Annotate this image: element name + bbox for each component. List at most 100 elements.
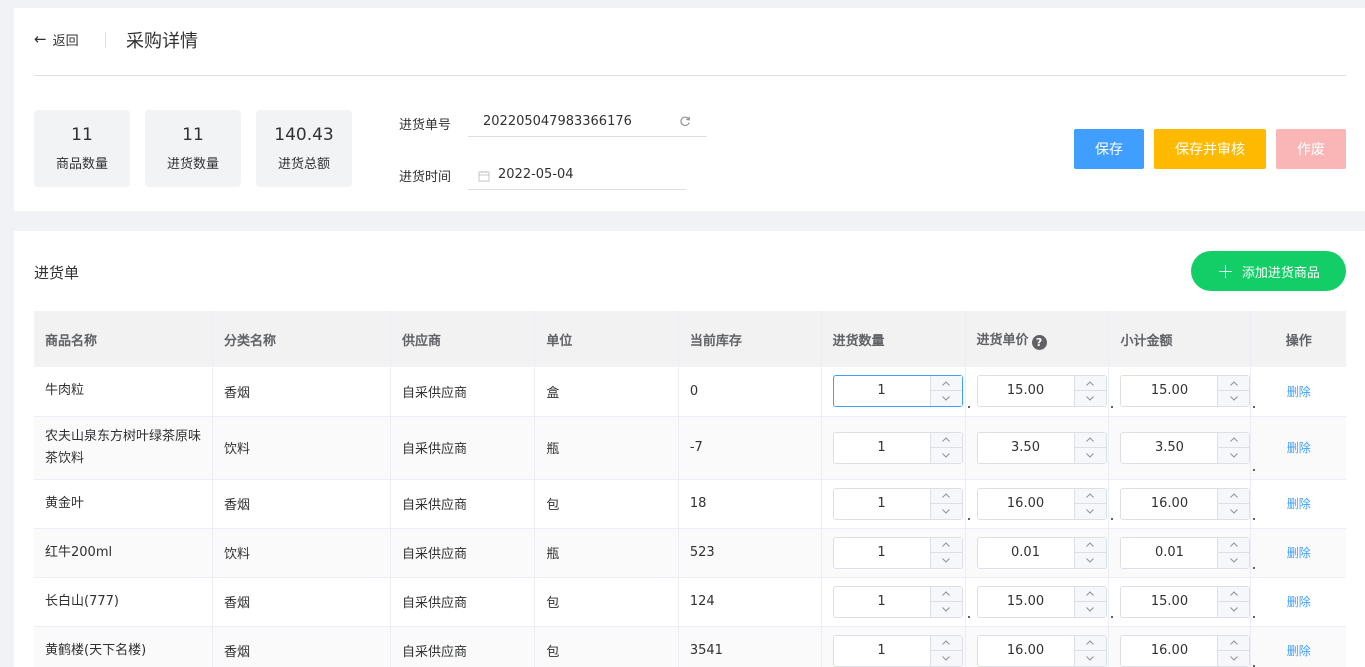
qty-stepper-value[interactable]: 1 (834, 587, 930, 617)
cell-subtotal: 16.00 (1108, 479, 1255, 529)
chevron-up-icon[interactable] (1218, 376, 1250, 392)
chevron-up-icon[interactable] (930, 489, 962, 504)
delete-link[interactable]: 删除 (1287, 497, 1311, 511)
delete-link[interactable]: 删除 (1287, 644, 1311, 658)
chevron-up-icon[interactable] (1218, 636, 1250, 651)
qty-stepper[interactable]: 1 (832, 634, 963, 667)
chevron-up-icon[interactable] (1074, 636, 1106, 651)
delete-link[interactable]: 删除 (1287, 385, 1311, 399)
chevron-down-icon[interactable] (1218, 504, 1249, 519)
chevron-down-icon[interactable] (1218, 391, 1249, 406)
chevron-down-icon[interactable] (1218, 553, 1249, 568)
chevron-down-icon[interactable] (1218, 602, 1249, 617)
chevron-up-icon[interactable] (930, 538, 962, 553)
chevron-up-icon[interactable] (930, 376, 962, 392)
chevron-up-icon[interactable] (930, 433, 962, 448)
purchase-list-panel: 进货单 + 添加进货商品 商品名称 分类名称 供应商 单位 当前库存 进货数量 … (14, 231, 1365, 667)
cell-product-name: 黄金叶 (34, 479, 213, 529)
save-audit-button[interactable]: 保存并审核 (1154, 129, 1266, 169)
qty-stepper-value[interactable]: 1 (834, 433, 930, 463)
qty-stepper[interactable]: 1 (832, 536, 963, 569)
subtotal-stepper-value[interactable]: 3.50 (1121, 433, 1217, 463)
table-row: 农夫山泉东方树叶绿茶原味茶饮料 饮料 自采供应商 瓶 -7 1 3.50 3.5… (34, 416, 1346, 480)
purchase-table: 商品名称 分类名称 供应商 单位 当前库存 进货数量 进货单价? 小计金额 操作… (34, 311, 1346, 667)
chevron-up-icon[interactable] (1074, 587, 1106, 602)
price-stepper-value[interactable]: 3.50 (978, 433, 1074, 463)
chevron-up-icon[interactable] (1218, 433, 1250, 448)
subtotal-stepper[interactable]: 3.50 (1120, 431, 1251, 464)
price-stepper[interactable]: 16.00 (976, 487, 1107, 520)
chevron-up-icon[interactable] (930, 587, 962, 602)
question-icon[interactable]: ? (1031, 334, 1047, 350)
delete-link[interactable]: 删除 (1287, 546, 1311, 560)
chevron-down-icon[interactable] (1075, 391, 1106, 406)
subtotal-stepper-value[interactable]: 0.01 (1121, 538, 1217, 568)
delete-link[interactable]: 删除 (1287, 595, 1311, 609)
chevron-up-icon[interactable] (1074, 376, 1106, 392)
chevron-down-icon[interactable] (1075, 553, 1106, 568)
purchase-detail-panel: ← 返回 采购详情 11 商品数量 11 进货数量 140.43 进货总额 进货… (14, 8, 1365, 211)
qty-stepper-controls (929, 586, 962, 617)
void-button[interactable]: 作废 (1276, 129, 1346, 169)
chevron-down-icon[interactable] (1218, 448, 1249, 463)
price-stepper-value[interactable]: 0.01 (978, 538, 1074, 568)
subtotal-stepper[interactable]: 15.00 (1120, 585, 1251, 618)
chevron-down-icon[interactable] (1075, 651, 1106, 666)
qty-stepper-value[interactable]: 1 (834, 376, 930, 406)
chevron-down-icon[interactable] (931, 448, 962, 463)
price-stepper[interactable]: 15.00 (976, 375, 1107, 408)
qty-stepper[interactable]: 1 (832, 487, 963, 520)
subtotal-stepper[interactable]: 16.00 (1120, 487, 1251, 520)
price-stepper-value[interactable]: 16.00 (978, 489, 1074, 519)
chevron-down-icon[interactable] (1075, 448, 1106, 463)
chevron-up-icon[interactable] (1074, 433, 1106, 448)
cell-product-name: 红牛200ml (34, 528, 213, 578)
stat-value: 11 (71, 125, 93, 145)
col-header-subtotal: 小计金额 (1108, 311, 1252, 367)
save-button[interactable]: 保存 (1074, 129, 1144, 169)
cell-qty: 1 (821, 367, 969, 417)
price-stepper[interactable]: 15.00 (976, 585, 1107, 618)
chevron-up-icon[interactable] (930, 636, 962, 651)
subtotal-stepper[interactable]: 16.00 (1120, 634, 1251, 667)
qty-stepper-value[interactable]: 1 (834, 636, 930, 666)
price-stepper[interactable]: 3.50 (976, 431, 1107, 464)
add-product-button[interactable]: + 添加进货商品 (1191, 251, 1346, 291)
chevron-down-icon[interactable] (931, 553, 962, 568)
chevron-down-icon[interactable] (1075, 602, 1106, 617)
date-picker[interactable]: 2022-05-04 (468, 162, 686, 190)
price-stepper-value[interactable]: 16.00 (978, 636, 1074, 666)
chevron-down-icon[interactable] (931, 602, 962, 617)
chevron-down-icon[interactable] (1218, 651, 1249, 666)
qty-stepper[interactable]: 1 (832, 375, 963, 408)
qty-stepper-value[interactable]: 1 (834, 489, 930, 519)
back-label: 返回 (52, 34, 79, 49)
price-stepper[interactable]: 16.00 (976, 634, 1107, 667)
subtotal-stepper-value[interactable]: 15.00 (1121, 376, 1217, 406)
chevron-up-icon[interactable] (1218, 489, 1250, 504)
chevron-up-icon[interactable] (1074, 538, 1106, 553)
subtotal-stepper-value[interactable]: 15.00 (1121, 587, 1217, 617)
order-no-field[interactable]: 202205047983366176 (468, 109, 707, 137)
chevron-up-icon[interactable] (1074, 489, 1106, 504)
price-stepper-value[interactable]: 15.00 (978, 587, 1074, 617)
chevron-down-icon[interactable] (931, 651, 962, 666)
back-button[interactable]: ← 返回 (34, 30, 79, 50)
price-stepper-value[interactable]: 15.00 (978, 376, 1074, 406)
chevron-down-icon[interactable] (931, 391, 962, 406)
chevron-down-icon[interactable] (931, 504, 962, 519)
subtotal-stepper-value[interactable]: 16.00 (1121, 636, 1217, 666)
subtotal-stepper[interactable]: 0.01 (1120, 536, 1251, 569)
table-row: 长白山(777) 香烟 自采供应商 包 124 1 15.00 15.00 删除 (34, 577, 1346, 627)
delete-link[interactable]: 删除 (1287, 441, 1311, 455)
refresh-icon[interactable] (679, 115, 691, 127)
price-stepper[interactable]: 0.01 (976, 536, 1107, 569)
chevron-up-icon[interactable] (1218, 587, 1250, 602)
qty-stepper[interactable]: 1 (832, 431, 963, 464)
subtotal-stepper[interactable]: 15.00 (1120, 375, 1251, 408)
chevron-down-icon[interactable] (1075, 504, 1106, 519)
qty-stepper[interactable]: 1 (832, 585, 963, 618)
chevron-up-icon[interactable] (1218, 538, 1250, 553)
qty-stepper-value[interactable]: 1 (834, 538, 930, 568)
subtotal-stepper-value[interactable]: 16.00 (1121, 489, 1217, 519)
